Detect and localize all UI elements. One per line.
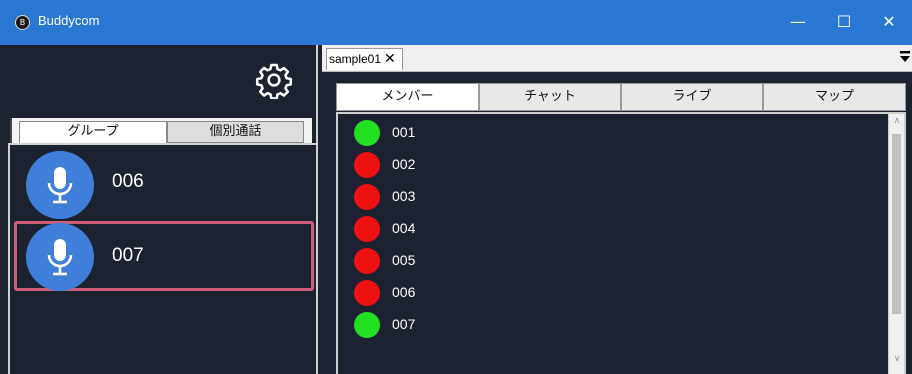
group-list: 006 007 bbox=[8, 143, 318, 374]
microphone-icon bbox=[26, 151, 94, 219]
member-name: 001 bbox=[392, 124, 416, 140]
window-title: Buddycom bbox=[38, 13, 100, 28]
microphone-icon bbox=[26, 223, 94, 291]
member-name: 005 bbox=[392, 252, 416, 268]
status-offline-icon bbox=[354, 280, 380, 306]
member-name: 006 bbox=[392, 284, 416, 300]
group-name: 007 bbox=[112, 245, 144, 266]
document-tab-bar: sample01 ✕ bbox=[322, 45, 912, 72]
tab-live[interactable]: ライブ bbox=[621, 83, 763, 111]
close-tab-icon[interactable]: ✕ bbox=[384, 51, 396, 67]
scroll-up-icon[interactable]: ∧ bbox=[889, 116, 905, 126]
member-name: 007 bbox=[392, 316, 416, 332]
maximize-button[interactable]: ☐ bbox=[821, 0, 867, 45]
document-tab-label: sample01 bbox=[329, 52, 382, 66]
group-item-007[interactable]: 007 bbox=[14, 221, 314, 291]
member-name: 004 bbox=[392, 220, 416, 236]
status-offline-icon bbox=[354, 216, 380, 242]
tab-chat[interactable]: チャット bbox=[479, 83, 621, 111]
close-window-button[interactable]: ✕ bbox=[866, 0, 912, 45]
left-tab-strip: グループ 個別通話 bbox=[10, 118, 312, 144]
tab-menu-icon[interactable] bbox=[900, 51, 910, 63]
group-item-006[interactable]: 006 bbox=[14, 147, 314, 219]
status-online-icon bbox=[354, 120, 380, 146]
tab-group[interactable]: グループ bbox=[19, 121, 167, 143]
right-pane: sample01 ✕ メンバー チャット ライブ マップ 001 002 003… bbox=[322, 45, 912, 374]
app-window: B Buddycom — ☐ ✕ グループ 個別通話 006 007 sampl… bbox=[0, 0, 912, 374]
member-name: 003 bbox=[392, 188, 416, 204]
status-offline-icon bbox=[354, 152, 380, 178]
content-tab-strip: メンバー チャット ライブ マップ bbox=[336, 83, 906, 111]
status-offline-icon bbox=[354, 248, 380, 274]
scroll-thumb[interactable] bbox=[892, 134, 901, 314]
member-list[interactable]: 001 002 003 004 005 006 007 ∧ ∨ bbox=[336, 112, 906, 374]
document-tab[interactable]: sample01 ✕ bbox=[326, 48, 403, 70]
group-name: 006 bbox=[112, 171, 144, 192]
tab-members[interactable]: メンバー bbox=[336, 83, 479, 111]
gear-icon[interactable] bbox=[255, 61, 293, 99]
member-name: 002 bbox=[392, 156, 416, 172]
status-online-icon bbox=[354, 312, 380, 338]
member-list-scrollbar[interactable]: ∧ ∨ bbox=[888, 114, 904, 374]
tab-map[interactable]: マップ bbox=[763, 83, 906, 111]
left-pane: グループ 個別通話 006 007 bbox=[0, 45, 318, 374]
tab-individual-call[interactable]: 個別通話 bbox=[167, 121, 304, 143]
app-logo-icon: B bbox=[15, 15, 30, 30]
status-offline-icon bbox=[354, 184, 380, 210]
minimize-button[interactable]: — bbox=[775, 0, 821, 45]
title-bar[interactable]: B Buddycom — ☐ ✕ bbox=[0, 0, 912, 45]
scroll-down-icon[interactable]: ∨ bbox=[889, 354, 905, 364]
